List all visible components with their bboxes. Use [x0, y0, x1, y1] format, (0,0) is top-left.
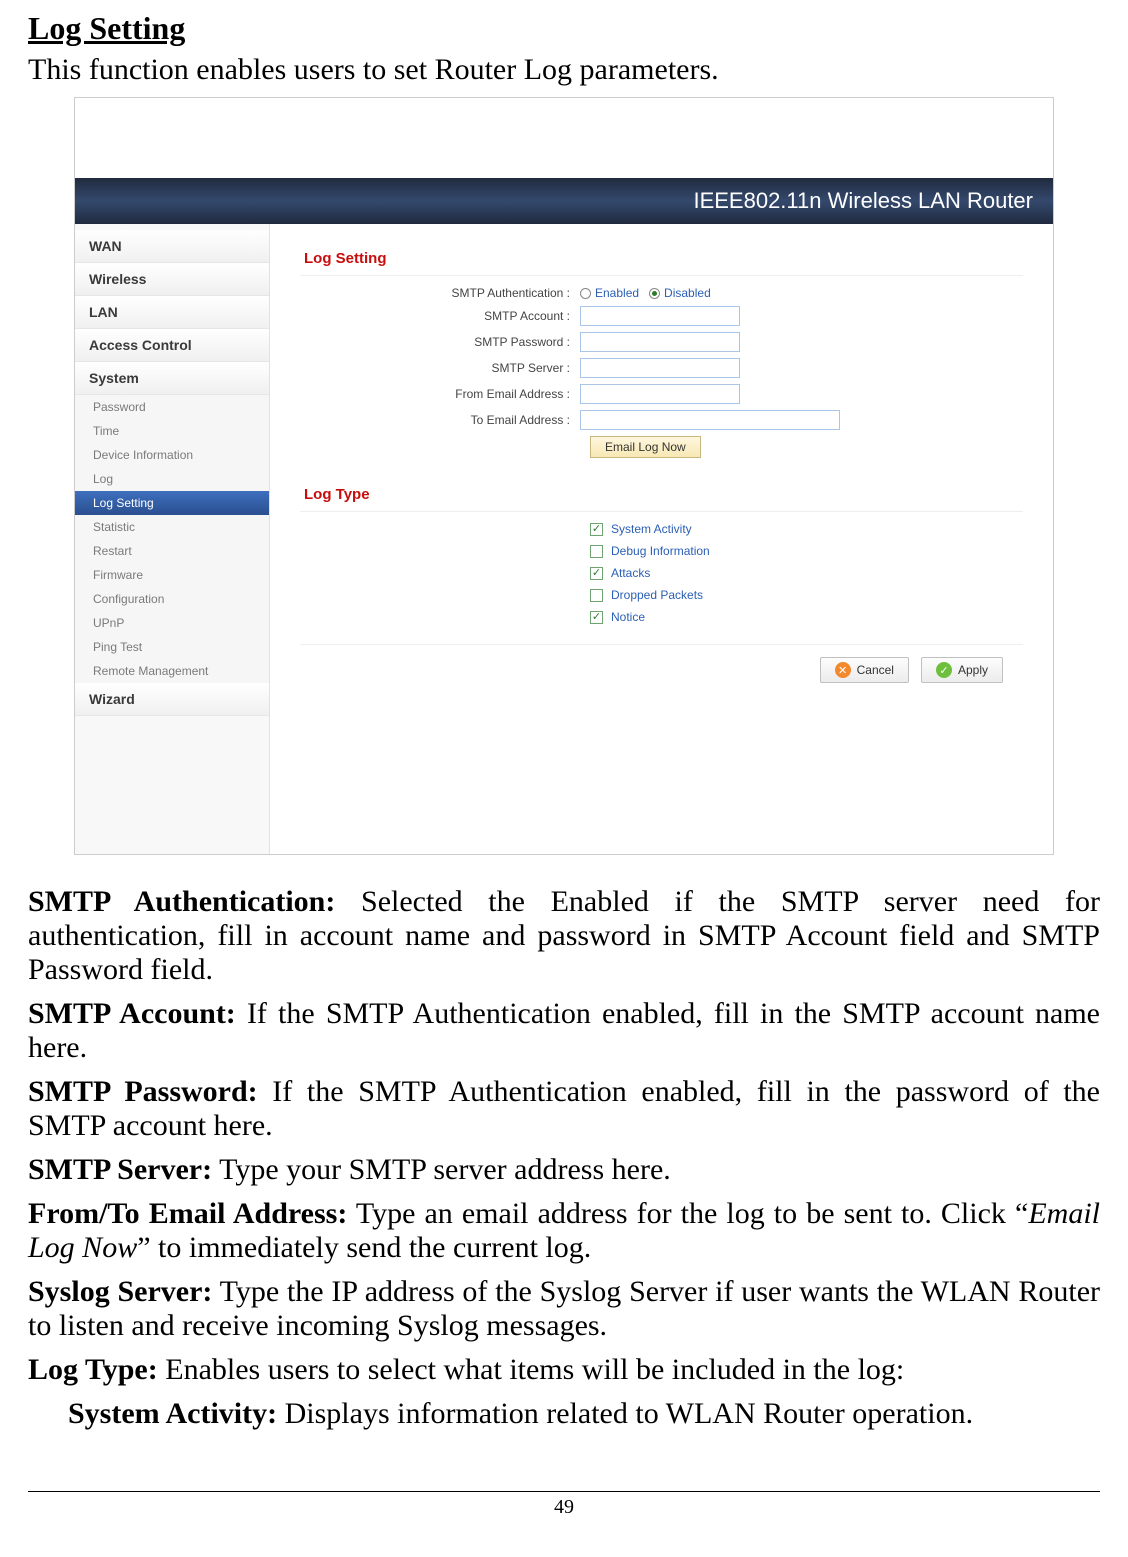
sidebar-sub-upnp[interactable]: UPnP	[75, 611, 269, 635]
def-logtype-label: Log Type:	[28, 1353, 158, 1386]
apply-label: Apply	[958, 663, 988, 677]
def-smtp-password-label: SMTP Password:	[28, 1075, 258, 1108]
page-number: 49	[28, 1491, 1100, 1519]
cancel-button[interactable]: ✕ Cancel	[820, 657, 909, 683]
section-title: Log Setting	[28, 10, 1100, 47]
sidebar-item-access-control[interactable]: Access Control	[75, 329, 269, 362]
label-smtp-auth: SMTP Authentication :	[300, 286, 580, 300]
sidebar-sub-ping-test[interactable]: Ping Test	[75, 635, 269, 659]
sidebar-sub-remote-mgmt[interactable]: Remote Management	[75, 659, 269, 683]
apply-icon: ✓	[936, 662, 952, 678]
def-smtp-auth-label: SMTP Authentication:	[28, 885, 335, 918]
check-label: System Activity	[611, 522, 692, 536]
sidebar-item-wan[interactable]: WAN	[75, 230, 269, 263]
def-from-to-text-b: ” to immediately send the current log.	[137, 1231, 591, 1264]
checkbox-attacks[interactable]: ✓	[590, 567, 603, 580]
sidebar-sub-statistic[interactable]: Statistic	[75, 515, 269, 539]
checkbox-system-activity[interactable]: ✓	[590, 523, 603, 536]
def-system-activity-text: Displays information related to WLAN Rou…	[277, 1397, 973, 1430]
input-smtp-account[interactable]	[580, 306, 740, 326]
logo-area	[75, 98, 1053, 178]
label-to-email: To Email Address :	[300, 413, 580, 427]
def-logtype-text: Enables users to select what items will …	[158, 1353, 905, 1386]
def-smtp-account-label: SMTP Account:	[28, 997, 236, 1030]
sidebar-item-system[interactable]: System	[75, 362, 269, 395]
section-intro: This function enables users to set Route…	[28, 53, 1100, 87]
descriptions: SMTP Authentication: Selected the Enable…	[28, 885, 1100, 1431]
radio-disabled[interactable]: Disabled	[649, 286, 711, 300]
def-smtp-server-text: Type your SMTP server address here.	[212, 1153, 671, 1186]
checkbox-notice[interactable]: ✓	[590, 611, 603, 624]
label-from-email: From Email Address :	[300, 387, 580, 401]
sidebar-sub-restart[interactable]: Restart	[75, 539, 269, 563]
email-log-now-button[interactable]: Email Log Now	[590, 436, 701, 458]
sidebar-sub-time[interactable]: Time	[75, 419, 269, 443]
sidebar-sub-password[interactable]: Password	[75, 395, 269, 419]
label-smtp-server: SMTP Server :	[300, 361, 580, 375]
router-screenshot: IEEE802.11n Wireless LAN Router WAN Wire…	[74, 97, 1054, 855]
check-label: Attacks	[611, 566, 650, 580]
input-from-email[interactable]	[580, 384, 740, 404]
sidebar-sub-firmware[interactable]: Firmware	[75, 563, 269, 587]
def-from-to-text-a: Type an email address for the log to be …	[347, 1197, 1028, 1230]
sidebar-sub-log-setting[interactable]: Log Setting	[75, 491, 269, 515]
label-smtp-account: SMTP Account :	[300, 309, 580, 323]
radio-disabled-label: Disabled	[664, 286, 711, 300]
sidebar-item-lan[interactable]: LAN	[75, 296, 269, 329]
cancel-label: Cancel	[857, 663, 894, 677]
sidebar-item-wizard[interactable]: Wizard	[75, 683, 269, 716]
panel-title-log-setting: Log Setting	[300, 240, 1023, 276]
def-system-activity-label: System Activity:	[68, 1397, 277, 1430]
label-smtp-password: SMTP Password :	[300, 335, 580, 349]
check-label: Notice	[611, 610, 645, 624]
check-label: Dropped Packets	[611, 588, 703, 602]
check-label: Debug Information	[611, 544, 710, 558]
radio-enabled-label: Enabled	[595, 286, 639, 300]
sidebar: WAN Wireless LAN Access Control System P…	[75, 224, 270, 854]
input-smtp-password[interactable]	[580, 332, 740, 352]
radio-icon	[580, 288, 591, 299]
apply-button[interactable]: ✓ Apply	[921, 657, 1003, 683]
sidebar-sub-log[interactable]: Log	[75, 467, 269, 491]
input-to-email[interactable]	[580, 410, 840, 430]
def-from-to-label: From/To Email Address:	[28, 1197, 347, 1230]
sidebar-item-wireless[interactable]: Wireless	[75, 263, 269, 296]
main-panel: Log Setting SMTP Authentication : Enable…	[270, 224, 1053, 854]
checkbox-debug-info[interactable]	[590, 545, 603, 558]
banner-title: IEEE802.11n Wireless LAN Router	[75, 178, 1053, 224]
panel-title-log-type: Log Type	[300, 476, 1023, 512]
def-smtp-server-label: SMTP Server:	[28, 1153, 212, 1186]
cancel-icon: ✕	[835, 662, 851, 678]
radio-icon	[649, 288, 660, 299]
sidebar-sub-configuration[interactable]: Configuration	[75, 587, 269, 611]
input-smtp-server[interactable]	[580, 358, 740, 378]
sidebar-sub-device-info[interactable]: Device Information	[75, 443, 269, 467]
checkbox-dropped-packets[interactable]	[590, 589, 603, 602]
radio-enabled[interactable]: Enabled	[580, 286, 639, 300]
def-syslog-label: Syslog Server:	[28, 1275, 212, 1308]
